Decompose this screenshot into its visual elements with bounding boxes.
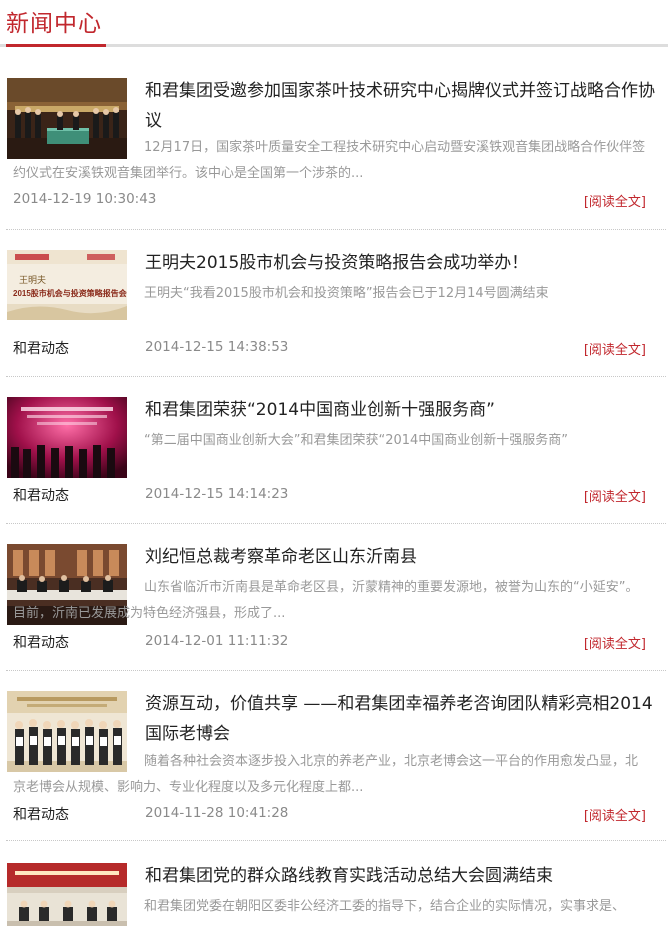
- news-item: 和君集团受邀参加国家茶叶技术研究中心揭牌仪式并签订战略合作协议 12月17日，国…: [0, 60, 670, 230]
- news-summary: 随着各种社会资本逐步投入北京的养老产业，北京老博会这一平台的作用愈发凸显，北京老…: [13, 754, 639, 795]
- read-more-link[interactable]: [阅读全文]: [584, 486, 646, 505]
- section-title: 新闻中心: [6, 11, 102, 37]
- news-item: 和君集团党的群众路线教育实践活动总结大会圆满结束 和君集团党委在朝阳区委非公经济…: [0, 841, 670, 926]
- news-item: 王明夫 2015股市机会与投资策略报告会 王明夫2015股市机会与投资策略报告会…: [0, 230, 670, 377]
- news-title[interactable]: 资源互动，价值共享 ——和君集团幸福养老咨询团队精彩亮相2014国际老博会: [145, 689, 666, 749]
- news-date: 2014-12-15 14:14:23: [145, 486, 289, 502]
- news-source: 和君动态: [13, 807, 69, 823]
- read-more-link[interactable]: [阅读全文]: [584, 805, 646, 824]
- news-title[interactable]: 和君集团党的群众路线教育实践活动总结大会圆满结束: [145, 861, 666, 891]
- news-title[interactable]: 和君集团受邀参加国家茶叶技术研究中心揭牌仪式并签订战略合作协议: [145, 76, 666, 136]
- read-more-link[interactable]: [阅读全文]: [584, 633, 646, 652]
- read-more-link[interactable]: [阅读全文]: [584, 191, 646, 210]
- news-summary: 和君集团党委在朝阳区委非公经济工委的指导下，结合企业的实际情况，实事求是、: [144, 899, 626, 914]
- news-source: 和君动态: [13, 341, 69, 357]
- header-accent-bar: [6, 44, 106, 47]
- news-title[interactable]: 王明夫2015股市机会与投资策略报告会成功举办！: [145, 248, 666, 278]
- section-header: 新闻中心: [0, 0, 668, 50]
- news-summary: 12月17日，国家茶叶质量安全工程技术研究中心启动暨安溪铁观音集团战略合作伙伴签…: [13, 140, 646, 181]
- news-item: 和君集团荣获“2014中国商业创新十强服务商” “第二届中国商业创新大会”和君集…: [0, 377, 670, 524]
- news-title[interactable]: 和君集团荣获“2014中国商业创新十强服务商”: [145, 395, 666, 425]
- news-date: 2014-12-01 11:11:32: [145, 633, 289, 649]
- news-date: 2014-11-28 10:41:28: [145, 805, 289, 821]
- news-source: 和君动态: [13, 488, 69, 504]
- news-date: 2014-12-15 14:38:53: [145, 339, 289, 355]
- news-source: 和君动态: [13, 635, 69, 651]
- read-more-link[interactable]: [阅读全文]: [584, 339, 646, 358]
- news-item: 资源互动，价值共享 ——和君集团幸福养老咨询团队精彩亮相2014国际老博会 随着…: [0, 671, 670, 841]
- news-summary: 山东省临沂市沂南县是革命老区县，沂蒙精神的重要发源地，被誉为山东的“小延安”。目…: [13, 580, 639, 621]
- news-title[interactable]: 刘纪恒总裁考察革命老区山东沂南县: [145, 542, 666, 572]
- news-summary: “第二届中国商业创新大会”和君集团荣获“2014中国商业创新十强服务商”: [144, 433, 569, 448]
- news-date: 2014-12-19 10:30:43: [13, 191, 157, 207]
- news-item: 刘纪恒总裁考察革命老区山东沂南县 山东省临沂市沂南县是革命老区县，沂蒙精神的重要…: [0, 524, 670, 671]
- news-summary: 王明夫“我看2015股市机会和投资策略”报告会已于12月14号圆满结束: [144, 286, 549, 301]
- news-center-page: 新闻中心 和君集团受邀参加国家茶叶技术研究中心揭牌仪式并签订战略合作协议 12月…: [0, 0, 670, 926]
